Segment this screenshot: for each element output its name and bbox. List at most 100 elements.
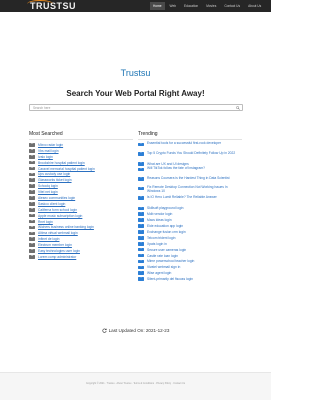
count-badge: 52 [29, 196, 35, 200]
list-item-link[interactable]: Califerna form school login [38, 208, 77, 212]
count-badge: 52 [29, 231, 35, 236]
list-item-link[interactable]: Ivalo login [38, 155, 53, 159]
list-item[interactable]: 0 Top 5 Crypto Funds You Should Definitel… [138, 151, 242, 162]
list-item-link[interactable]: Lorem comp administrator [38, 255, 76, 259]
count-badge: 49 [29, 213, 35, 218]
page: TRUSTSU Home Web Education Movies Contac… [0, 0, 271, 400]
count-badge: 1 [138, 206, 144, 211]
count-badge: 53 [29, 154, 35, 159]
list-item-link[interactable]: Silent-primarily del fiscuss login [147, 277, 193, 281]
nav-contact-us[interactable]: Contact Us [221, 2, 243, 10]
nav-movies[interactable]: Movies [203, 2, 219, 10]
list-item-link[interactable]: Brookshire hospital patient login [38, 161, 85, 165]
count-badge: 1 [138, 277, 144, 281]
list-item-link[interactable]: Electrum member login [38, 243, 72, 247]
list-item-link[interactable]: Saskco client login [38, 202, 65, 206]
main-nav: Home Web Education Movies Contact Us Abo… [150, 2, 264, 10]
list-item-link[interactable]: Skillsoft playground login [147, 206, 183, 210]
list-item-link[interactable]: Xpats login in [147, 242, 167, 246]
list-item-link[interactable]: Vivatel webmail sign in [147, 265, 180, 269]
nav-home[interactable]: Home [150, 2, 165, 10]
footer-links[interactable]: Copyright © 2021 · Trustsu · About Trust… [0, 382, 271, 385]
footer: Copyright © 2021 · Trustsu · About Trust… [0, 372, 271, 400]
count-badge: 48 [29, 160, 35, 165]
list-item-link[interactable]: Eide education app login [147, 224, 183, 228]
count-badge: 46 [29, 190, 35, 194]
list-item-link[interactable]: Infinet de login [38, 237, 59, 241]
nav-about-us[interactable]: About Us [245, 2, 264, 10]
list-item-link[interactable]: Apple music subscription login [38, 214, 82, 218]
list-item-link[interactable]: Vbs mail login [38, 149, 59, 153]
count-badge: 46 [29, 243, 35, 247]
list-item-link[interactable]: Rnet login [38, 220, 53, 224]
list-item-link[interactable]: Altima virtual webmail login [38, 231, 78, 235]
count-badge: 1 [138, 212, 144, 217]
trending-section: Trending 0 Essential tools for a successf… [138, 131, 242, 282]
count-badge: 49 [29, 237, 35, 241]
count-badge: 46 [29, 219, 35, 224]
count-badge: 1 [138, 265, 144, 270]
list-item-link[interactable]: Ups custody use login [38, 172, 70, 176]
list-item-link[interactable]: Top 5 Crypto Funds You Should Definitely… [147, 151, 239, 156]
most-searched-list: 40 Mixxo radar login 48 Vbs mail login 53 Iva… [29, 142, 133, 260]
count-badge: 1 [138, 271, 144, 275]
most-searched-heading: Most Searched [29, 131, 63, 137]
most-searched-section: Most Searched 40 Mixxo radar login 48 Vbs m… [29, 131, 133, 260]
list-item-link[interactable]: Fix Remote Desktop Connection Not Workin… [147, 185, 239, 194]
count-badge: 50 [29, 178, 35, 183]
list-item-link[interactable]: Essential tools for a successful first-r… [147, 141, 239, 146]
list-item-link[interactable]: Mixxo radar login [38, 143, 63, 147]
list-item-link[interactable]: Wise agent login [147, 271, 171, 275]
count-badge: 0 [138, 196, 144, 201]
list-item[interactable]: 1 Silent-primarily del fiscuss login [138, 276, 242, 282]
list-item-link[interactable]: Is IO Hero Lumit Reliable? The Reliable … [147, 195, 239, 200]
list-item-link[interactable]: Mdb vendor login [147, 212, 172, 216]
section-divider [29, 139, 133, 140]
count-badge: 48 [29, 255, 35, 259]
list-item-link[interactable]: Wichers business online banking login [38, 225, 94, 229]
list-item-link[interactable]: Caravel memorial hospital patient login [38, 167, 95, 171]
list-item-link[interactable]: Will TikTok follow the fate of Instagram… [147, 166, 239, 171]
count-badge: 0 [138, 186, 144, 191]
refresh-icon [102, 328, 107, 333]
count-badge: 46 [29, 184, 35, 188]
list-item-link[interactable]: Secure user cameras login [147, 248, 186, 252]
list-item[interactable]: 0 Is IO Hero Lumit Reliable? The Reliable… [138, 195, 242, 206]
page-headline: Search Your Web Portal Right Away! [66, 89, 205, 98]
list-item-link[interactable]: Telcom trident login [147, 236, 175, 240]
list-item-link[interactable]: Schoolq login [38, 184, 58, 188]
list-item-link[interactable]: Easy technologies user login [38, 249, 80, 253]
count-badge: 1 [138, 218, 144, 222]
search-icon[interactable] [236, 106, 240, 111]
list-item-link[interactable]: Macs ideas login [147, 218, 172, 222]
last-updated: Last Updated On: 2021-12-23 [0, 328, 271, 333]
list-item-link[interactable]: Mime powerschool teacher login [147, 259, 194, 263]
count-badge: 0 [138, 142, 144, 147]
list-item-link[interactable]: Castle rate loan login [147, 254, 178, 258]
list-item-link[interactable]: Glassworks ticket login [38, 178, 72, 182]
trending-list: 0 Essential tools for a successful first-… [138, 141, 242, 282]
list-item-link[interactable]: Vitel net login [38, 190, 58, 194]
count-badge: 48 [29, 207, 35, 212]
count-badge: 1 [138, 241, 144, 246]
count-badge: 0 [138, 152, 144, 156]
nav-web[interactable]: Web [167, 2, 180, 10]
count-badge: 0 [138, 167, 144, 172]
list-item-link[interactable]: Reasons Coursera is the Hardest Thing in… [147, 176, 239, 181]
list-item-link[interactable]: Exchange fusion crm login [147, 230, 186, 234]
list-item-link[interactable]: Aiesec communities login [38, 196, 75, 200]
count-badge: 0 [138, 177, 144, 181]
site-logo[interactable]: TRUSTSU [27, 0, 76, 11]
count-badge: 1 [138, 247, 144, 252]
count-badge: 48 [29, 225, 35, 230]
search-input[interactable]: Search here [29, 104, 243, 111]
list-item[interactable]: 48 Lorem comp administrator [29, 254, 133, 260]
site-title: Trustsu [120, 68, 151, 78]
logo-swoosh [27, 0, 53, 8]
count-badge: 1 [138, 236, 144, 240]
nav-education[interactable]: Education [181, 2, 201, 10]
count-badge: 48 [29, 149, 35, 153]
count-badge: 40 [29, 143, 35, 147]
count-badge: 50 [29, 249, 35, 253]
section-divider [138, 139, 242, 140]
